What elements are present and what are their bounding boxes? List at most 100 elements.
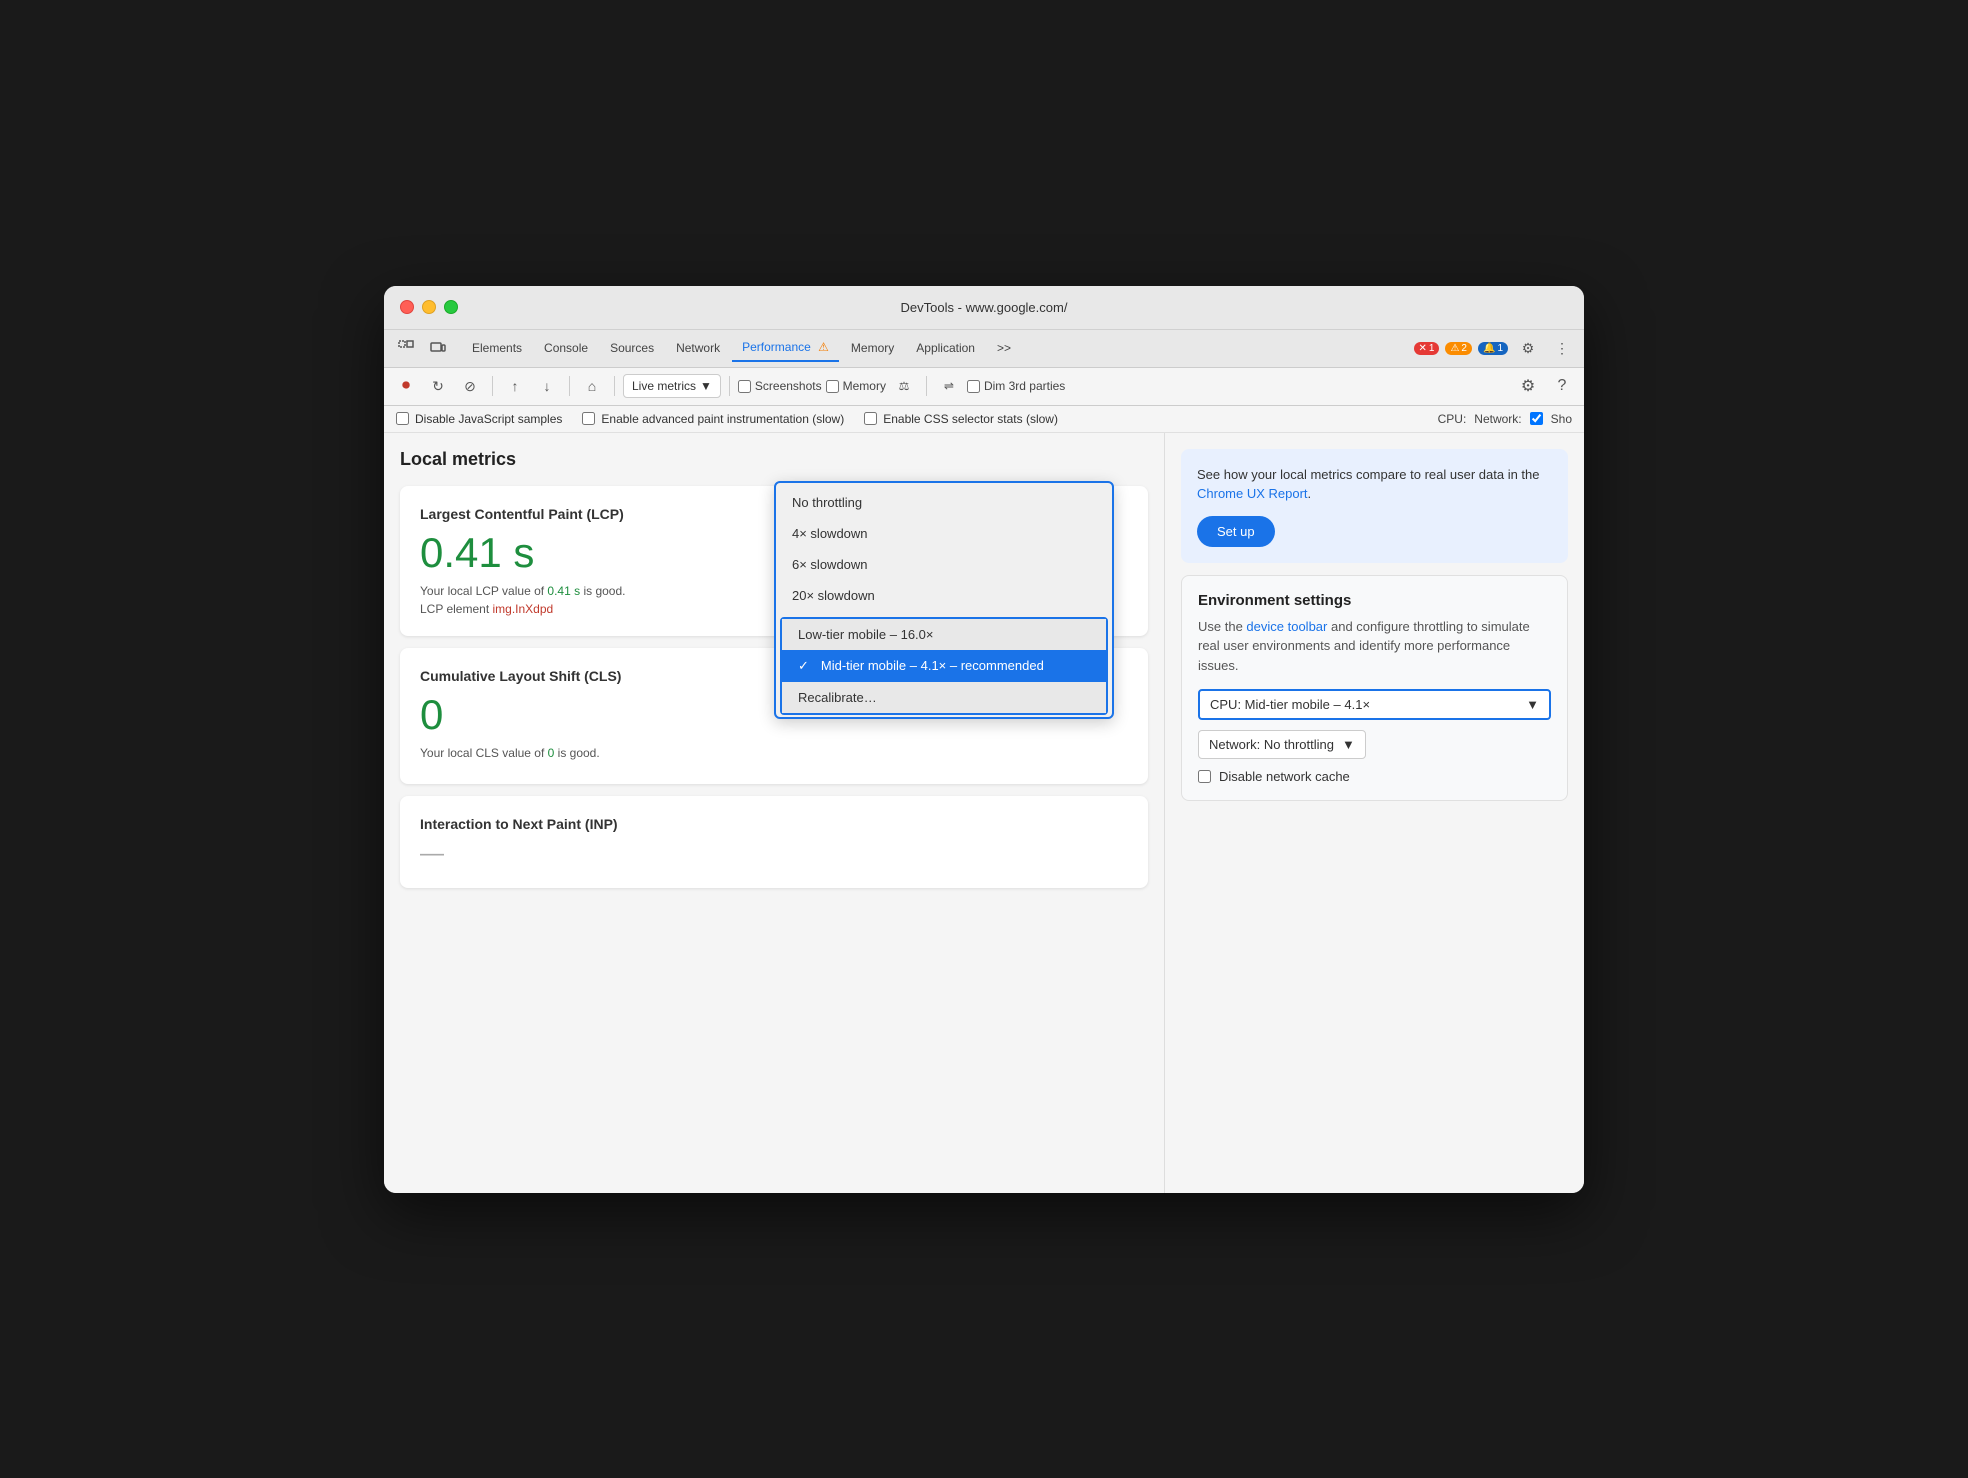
title-bar: DevTools - www.google.com/ — [384, 286, 1584, 330]
toolbar-divider-4 — [729, 376, 730, 396]
throttle-mid-tier[interactable]: ✓ Mid-tier mobile – 4.1× – recommended — [782, 650, 1106, 682]
tab-right-badges: ✕ 1 ⚠ 2 🔔 1 ⚙ ⋮ — [1414, 334, 1577, 362]
device-toolbar-icon[interactable] — [424, 334, 452, 362]
settings-gear-icon[interactable]: ⚙ — [1514, 372, 1542, 400]
ux-report-card: See how your local metrics compare to re… — [1181, 449, 1568, 563]
options-bar: Disable JavaScript samples Enable advanc… — [384, 406, 1584, 433]
home-button[interactable]: ⌂ — [578, 372, 606, 400]
6x-label: 6× slowdown — [792, 557, 868, 572]
disable-cache-option[interactable]: Disable network cache — [1198, 769, 1551, 784]
checkmark-icon: ✓ — [798, 658, 809, 674]
tab-icons-group — [392, 334, 452, 362]
upload-button[interactable]: ↑ — [501, 372, 529, 400]
disable-cache-checkbox[interactable] — [1198, 770, 1211, 783]
mid-tier-label: Mid-tier mobile – 4.1× – recommended — [821, 658, 1044, 673]
enable-css-option[interactable]: Enable CSS selector stats (slow) — [864, 412, 1058, 426]
tab-more[interactable]: >> — [987, 335, 1021, 361]
traffic-lights — [400, 300, 458, 314]
cpu-label: CPU: — [1438, 412, 1467, 426]
disable-js-checkbox[interactable] — [396, 412, 409, 425]
memory-checkbox[interactable] — [826, 380, 839, 393]
clear-button[interactable]: ⊘ — [456, 372, 484, 400]
maximize-button[interactable] — [444, 300, 458, 314]
no-throttling-label: No throttling — [792, 495, 862, 510]
disable-js-option[interactable]: Disable JavaScript samples — [396, 412, 562, 426]
settings-icon[interactable]: ⚙ — [1514, 334, 1542, 362]
low-tier-label: Low-tier mobile – 16.0× — [798, 627, 934, 642]
cpu-throttle-dropdown: No throttling 4× slowdown 6× slowdown 20… — [774, 481, 1114, 719]
device-toolbar-link[interactable]: device toolbar — [1246, 619, 1327, 634]
cpu-dropdown-chevron: ▼ — [1526, 697, 1539, 712]
throttle-no-throttling[interactable]: No throttling — [776, 487, 1112, 518]
error-badge: ✕ 1 — [1414, 342, 1440, 355]
tab-application[interactable]: Application — [906, 335, 985, 361]
enable-paint-label: Enable advanced paint instrumentation (s… — [601, 412, 844, 426]
dim-3rd-checkbox[interactable] — [967, 380, 980, 393]
info-icon: 🔔 — [1483, 343, 1495, 354]
right-panel: See how your local metrics compare to re… — [1164, 433, 1584, 1193]
local-metrics-title: Local metrics — [400, 449, 1148, 470]
network-throttle-icon[interactable]: ⇌ — [935, 372, 963, 400]
error-icon: ✕ — [1419, 343, 1427, 354]
screenshots-checkbox[interactable] — [738, 380, 751, 393]
toolbar-right-icons: ⚙ ? — [1514, 372, 1576, 400]
more-options-icon[interactable]: ⋮ — [1548, 334, 1576, 362]
inspect-icon[interactable] — [392, 334, 420, 362]
record-button[interactable]: ⏺ — [392, 372, 420, 400]
download-button[interactable]: ↓ — [533, 372, 561, 400]
network-dropdown-chevron: ▼ — [1342, 737, 1355, 752]
cpu-dropdown-label: CPU: Mid-tier mobile – 4.1× — [1210, 697, 1370, 712]
enable-paint-checkbox[interactable] — [582, 412, 595, 425]
performance-toolbar: ⏺ ↻ ⊘ ↑ ↓ ⌂ Live metrics ▼ Screenshots M… — [384, 368, 1584, 406]
tab-elements[interactable]: Elements — [462, 335, 532, 361]
lcp-desc-value: 0.41 s — [547, 584, 580, 598]
live-metrics-label: Live metrics — [632, 379, 696, 393]
ux-report-text: See how your local metrics compare to re… — [1197, 465, 1552, 504]
dim-3rd-label: Dim 3rd parties — [984, 379, 1065, 393]
minimize-button[interactable] — [422, 300, 436, 314]
memory-option: Memory — [826, 379, 886, 393]
info-badge: 🔔 1 — [1478, 342, 1508, 355]
throttle-20x[interactable]: 20× slowdown — [776, 580, 1112, 611]
tab-memory[interactable]: Memory — [841, 335, 904, 361]
network-dropdown[interactable]: Network: No throttling ▼ — [1198, 730, 1366, 759]
env-settings-desc: Use the device toolbar and configure thr… — [1198, 617, 1551, 676]
20x-label: 20× slowdown — [792, 588, 875, 603]
window-title: DevTools - www.google.com/ — [901, 300, 1068, 315]
live-metrics-dropdown[interactable]: Live metrics ▼ — [623, 374, 721, 398]
dropdown-outer: No throttling 4× slowdown 6× slowdown 20… — [776, 483, 1112, 615]
chrome-ux-report-link[interactable]: Chrome UX Report — [1197, 486, 1308, 501]
enable-paint-option[interactable]: Enable advanced paint instrumentation (s… — [582, 412, 844, 426]
lcp-element-label: LCP element — [420, 602, 489, 616]
refresh-record-button[interactable]: ↻ — [424, 372, 452, 400]
memory-icon[interactable]: ⚖ — [890, 372, 918, 400]
setup-button[interactable]: Set up — [1197, 516, 1275, 547]
tab-console[interactable]: Console — [534, 335, 598, 361]
tab-network[interactable]: Network — [666, 335, 730, 361]
help-icon[interactable]: ? — [1548, 372, 1576, 400]
env-settings-title: Environment settings — [1198, 592, 1551, 609]
bordered-section: Low-tier mobile – 16.0× ✓ Mid-tier mobil… — [780, 617, 1108, 715]
toolbar-divider-2 — [569, 376, 570, 396]
network-dropdown-label: Network: No throttling — [1209, 737, 1334, 752]
tabs-bar: Elements Console Sources Network Perform… — [384, 330, 1584, 368]
throttle-6x[interactable]: 6× slowdown — [776, 549, 1112, 580]
toolbar-divider-3 — [614, 376, 615, 396]
lcp-element-value: img.InXdpd — [493, 602, 554, 616]
error-count: 1 — [1429, 343, 1435, 354]
throttle-recalibrate[interactable]: Recalibrate… — [782, 682, 1106, 713]
tab-performance[interactable]: Performance ⚠ — [732, 334, 839, 362]
env-settings-card: Environment settings Use the device tool… — [1181, 575, 1568, 802]
cls-desc-before: Your local CLS value of — [420, 746, 548, 760]
toolbar-divider-1 — [492, 376, 493, 396]
lcp-desc-after: is good. — [580, 584, 625, 598]
throttle-4x[interactable]: 4× slowdown — [776, 518, 1112, 549]
ux-text-after: . — [1308, 486, 1312, 501]
show-checkbox[interactable] — [1530, 412, 1543, 425]
close-button[interactable] — [400, 300, 414, 314]
env-desc-before: Use the — [1198, 619, 1246, 634]
throttle-low-tier[interactable]: Low-tier mobile – 16.0× — [782, 619, 1106, 650]
cpu-dropdown[interactable]: CPU: Mid-tier mobile – 4.1× ▼ — [1198, 689, 1551, 720]
enable-css-checkbox[interactable] — [864, 412, 877, 425]
tab-sources[interactable]: Sources — [600, 335, 664, 361]
